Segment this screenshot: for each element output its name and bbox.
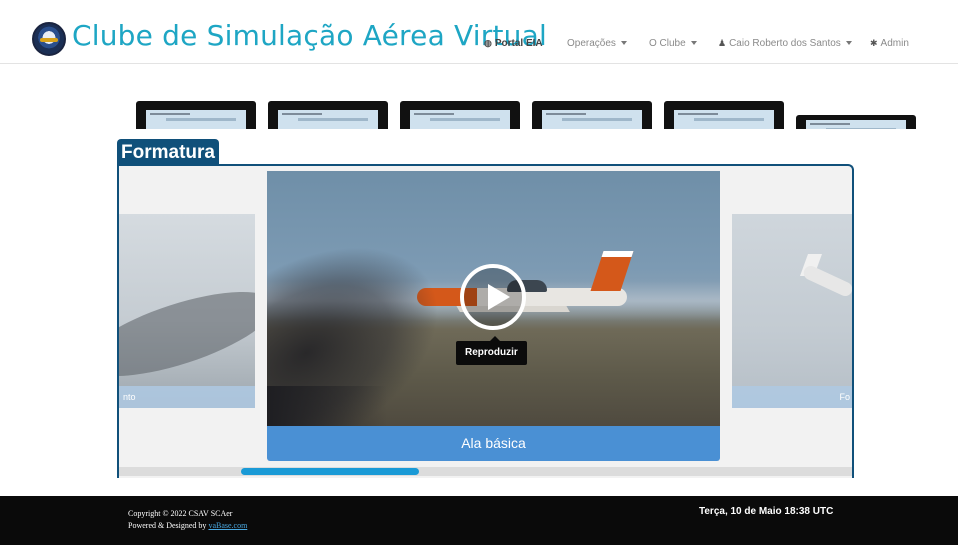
video-thumbnail[interactable]	[532, 101, 652, 129]
vabase-link[interactable]: vaBase.com	[208, 521, 247, 530]
nav-admin-label: Admin	[880, 37, 909, 49]
next-slide[interactable]: Fo	[732, 214, 852, 408]
carousel-scrollbar[interactable]	[119, 467, 852, 476]
top-navbar: Clube de Simulação Aérea Virtual ◍ Porta…	[0, 0, 958, 64]
gear-icon: ✱	[870, 37, 878, 48]
footer-copyright: Copyright © 2022 CSAV SCAer Powered & De…	[128, 508, 247, 532]
video-thumbnail[interactable]	[136, 101, 256, 129]
nav-operacoes-label: Operações	[567, 37, 616, 49]
video-thumbnail[interactable]	[400, 101, 520, 129]
nav-portal-eia[interactable]: ◍ Portal EIA	[484, 36, 543, 50]
user-icon: ♟	[718, 37, 727, 48]
nav-user-menu[interactable]: ♟ Caio Roberto dos Santos	[718, 36, 852, 50]
video-thumbnail[interactable]	[268, 101, 388, 129]
nav-admin[interactable]: ✱ Admin	[870, 36, 909, 50]
caret-down-icon	[620, 41, 627, 45]
video-player[interactable]: Reproduzir	[267, 171, 720, 426]
powered-prefix: Powered & Designed by	[128, 521, 209, 530]
section-title: Formatura	[117, 139, 219, 166]
nav-portal-label: Portal EIA	[494, 37, 543, 49]
footer-datetime: Terça, 10 de Maio 18:38 UTC	[699, 506, 834, 517]
nav-operacoes[interactable]: Operações	[567, 36, 627, 50]
footer: Copyright © 2022 CSAV SCAer Powered & De…	[0, 496, 958, 545]
play-tooltip: Reproduzir	[456, 336, 527, 365]
video-carousel: nto Reproduzir Ala básica Fo	[117, 164, 854, 478]
video-thumbnail[interactable]	[796, 115, 916, 129]
copyright-text: Copyright © 2022 CSAV SCAer	[128, 509, 233, 518]
previous-slide[interactable]: nto	[119, 214, 255, 408]
next-slide-caption: Fo	[732, 386, 852, 408]
previous-slide-caption: nto	[119, 386, 255, 408]
globe-icon: ◍	[484, 37, 492, 48]
carousel-scroll-thumb[interactable]	[241, 468, 419, 475]
caret-down-icon	[690, 41, 697, 45]
slide-caption[interactable]: Ala básica	[267, 426, 720, 461]
nav-clube-label: O Clube	[649, 37, 686, 49]
nav-user-label: Caio Roberto dos Santos	[729, 37, 841, 49]
nav-o-clube[interactable]: O Clube	[649, 36, 697, 50]
caret-down-icon	[845, 41, 852, 45]
club-emblem-icon	[32, 22, 66, 56]
site-title[interactable]: Clube de Simulação Aérea Virtual	[72, 19, 547, 52]
powered-by: Powered & Designed by vaBase.com	[128, 520, 247, 532]
play-icon[interactable]	[460, 264, 526, 330]
brand[interactable]: Clube de Simulação Aérea Virtual	[32, 19, 547, 56]
video-thumbnail[interactable]	[664, 101, 784, 129]
